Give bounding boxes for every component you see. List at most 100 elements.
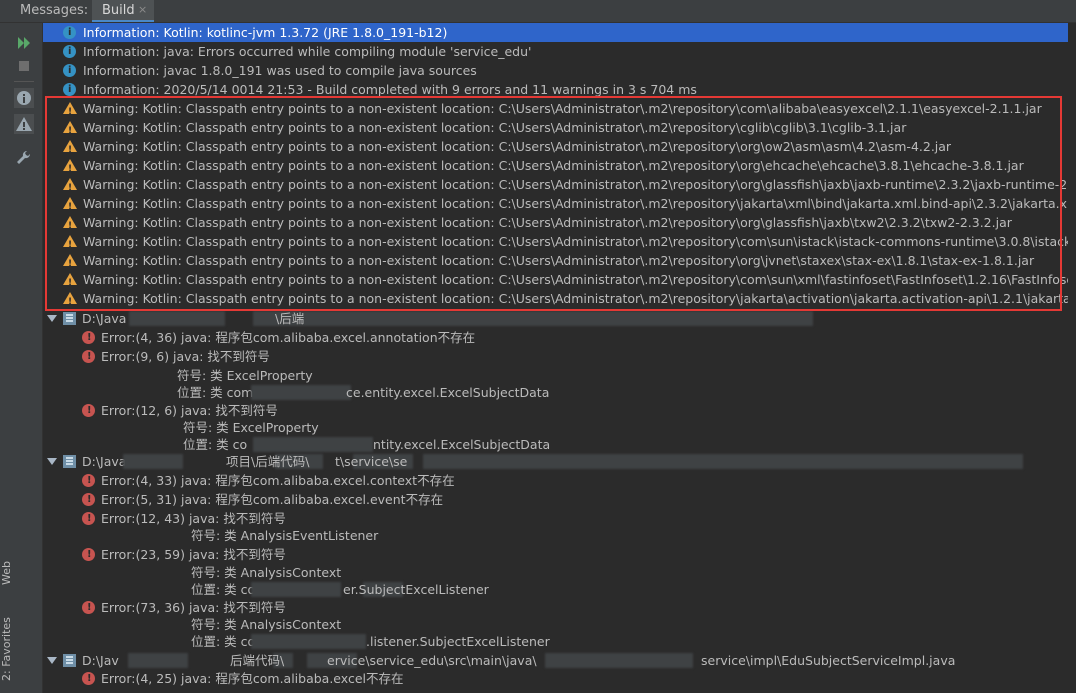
redacted-region [123, 454, 183, 469]
error-icon [82, 545, 95, 564]
message-row[interactable]: Warning: Kotlin: Classpath entry points … [43, 118, 1076, 141]
error-icon [82, 490, 95, 509]
message-text: Warning: Kotlin: Classpath entry points … [83, 215, 1012, 230]
message-row[interactable]: Warning: Kotlin: Classpath entry points … [43, 289, 1076, 312]
file-node[interactable]: D:\Java 项目\后端代码\ t\service\se [43, 452, 1076, 471]
warning-icon [63, 178, 77, 198]
message-text: Information: javac 1.8.0_191 was used to… [83, 63, 477, 78]
message-text: Warning: Kotlin: Classpath entry points … [83, 253, 1035, 268]
message-row[interactable]: Information: javac 1.8.0_191 was used to… [43, 61, 1076, 80]
message-text: D:\Java [82, 311, 127, 326]
message-row[interactable]: Error:(23, 59) java: 找不到符号 [43, 545, 1076, 564]
message-text-tail: service\impl\EduSubjectServiceImpl.java [701, 653, 956, 668]
message-row[interactable]: Warning: Kotlin: Classpath entry points … [43, 194, 1076, 217]
message-row[interactable]: Warning: Kotlin: Classpath entry points … [43, 156, 1076, 179]
expand-triangle-icon[interactable] [47, 657, 57, 664]
java-file-icon [63, 312, 76, 325]
redacted-region [129, 311, 225, 326]
java-file-icon [63, 654, 76, 667]
message-text: Error:(4, 33) java: 程序包com.alibaba.excel… [101, 473, 455, 488]
redacted-region [251, 582, 341, 597]
message-text: Warning: Kotlin: Classpath entry points … [83, 139, 952, 154]
message-row[interactable]: Warning: Kotlin: Classpath entry points … [43, 270, 1076, 293]
favorites-tool-tab[interactable]: 2: Favorites [0, 617, 13, 681]
message-row[interactable]: Error:(4, 33) java: 程序包com.alibaba.excel… [43, 471, 1076, 490]
message-text: Error:(5, 31) java: 程序包com.alibaba.excel… [101, 492, 444, 507]
message-row[interactable]: Warning: Kotlin: Classpath entry points … [43, 99, 1076, 122]
tab-build[interactable]: Build × [92, 0, 154, 22]
tab-build-label: Build [102, 3, 135, 18]
message-row[interactable]: Information: 2020/5/14 0014 21:53 - Buil… [43, 80, 1076, 99]
info-icon [63, 23, 76, 42]
warning-icon [63, 140, 77, 160]
redacted-region [251, 385, 351, 400]
tool-window-header: Messages: Build × [0, 0, 1076, 23]
message-text-tail: er.SubjectExcelListener [343, 582, 489, 597]
rerun-icon[interactable] [14, 33, 34, 53]
info-icon [63, 42, 76, 61]
message-text: Warning: Kotlin: Classpath entry points … [83, 196, 1076, 211]
error-icon [82, 598, 95, 617]
message-row[interactable]: Error:(9, 6) java: 找不到符号 [43, 347, 1076, 366]
vertical-scrollbar[interactable] [1068, 23, 1076, 693]
redacted-region [545, 653, 693, 668]
wrench-icon[interactable] [14, 148, 34, 168]
stop-icon[interactable] [14, 56, 34, 76]
messages-label: Messages: [20, 3, 89, 18]
info-icon [63, 80, 76, 99]
web-tool-tab[interactable]: Web [0, 561, 13, 585]
message-text: Warning: Kotlin: Classpath entry points … [83, 158, 1024, 173]
file-node[interactable]: D:\Jav 后端代码\ ervice\service_edu\src\main\j… [43, 651, 1076, 670]
message-text: Information: 2020/5/14 0014 21:53 - Buil… [83, 82, 697, 97]
message-text: Warning: Kotlin: Classpath entry points … [83, 291, 1076, 306]
message-text: Error:(4, 36) java: 程序包com.alibaba.excel… [101, 330, 476, 345]
message-row[interactable]: Error:(4, 25) java: 程序包com.alibaba.excel… [43, 669, 1076, 688]
file-node[interactable]: D:\Java \后端 [43, 309, 1076, 328]
messages-tree[interactable]: Information: Kotlin: kotlinc-jvm 1.3.72 … [43, 23, 1076, 693]
message-row[interactable]: Warning: Kotlin: Classpath entry points … [43, 175, 1076, 198]
message-text: Error:(4, 25) java: 程序包com.alibaba.excel… [101, 671, 404, 686]
message-text: 符号: 类 AnalysisEventListener [191, 528, 379, 543]
message-text: Warning: Kotlin: Classpath entry points … [83, 177, 1076, 192]
detail-row[interactable]: 位置: 类 com ce.entity.excel.ExcelSubjectDat… [43, 383, 1076, 402]
message-text: Error:(9, 6) java: 找不到符号 [101, 349, 270, 364]
message-text-tail: \后端 [275, 311, 305, 326]
message-row[interactable]: Warning: Kotlin: Classpath entry points … [43, 137, 1076, 160]
redacted-region [423, 454, 1023, 469]
message-text: 位置: 类 com [177, 385, 254, 400]
detail-row[interactable]: 符号: 类 AnalysisEventListener [43, 526, 1076, 545]
message-text-tail: .listener.SubjectExcelListener [366, 634, 550, 649]
tab-close-icon[interactable]: × [138, 3, 147, 16]
detail-row[interactable]: 位置: 类 com er.SubjectExcelListener [43, 580, 1076, 599]
warning-icon [63, 121, 77, 141]
error-icon [82, 669, 95, 688]
expand-triangle-icon[interactable] [47, 458, 57, 465]
message-text: D:\Jav [82, 653, 119, 668]
detail-row[interactable]: 位置: 类 com .listener.SubjectExcelListener [43, 632, 1076, 651]
message-row[interactable]: Information: java: Errors occurred while… [43, 42, 1076, 61]
message-text: Information: java: Errors occurred while… [83, 44, 532, 59]
expand-triangle-icon[interactable] [47, 315, 57, 322]
message-text-tail: 后端代码\ [230, 653, 285, 668]
message-text-tail: 项目\后端代码\ [226, 454, 310, 469]
message-text: Error:(23, 59) java: 找不到符号 [101, 547, 286, 562]
message-row[interactable]: Warning: Kotlin: Classpath entry points … [43, 213, 1076, 236]
message-text: Information: Kotlin: kotlinc-jvm 1.3.72 … [83, 25, 448, 40]
error-icon [82, 347, 95, 366]
message-row[interactable]: Information: Kotlin: kotlinc-jvm 1.3.72 … [43, 23, 1076, 42]
warning-icon [63, 197, 77, 217]
message-text: Warning: Kotlin: Classpath entry points … [83, 234, 1076, 249]
message-text: D:\Java [82, 454, 127, 469]
warning-icon [63, 273, 77, 293]
message-row[interactable]: Error:(4, 36) java: 程序包com.alibaba.excel… [43, 328, 1076, 347]
message-row[interactable]: Warning: Kotlin: Classpath entry points … [43, 251, 1076, 274]
message-row[interactable]: Error:(5, 31) java: 程序包com.alibaba.excel… [43, 490, 1076, 509]
toolbar-divider [14, 81, 34, 82]
message-row[interactable]: Warning: Kotlin: Classpath entry points … [43, 232, 1076, 255]
info-filter-icon[interactable] [14, 88, 34, 108]
info-icon [63, 61, 76, 80]
warning-filter-icon[interactable] [14, 114, 34, 134]
message-text: Warning: Kotlin: Classpath entry points … [83, 101, 1042, 116]
error-icon [82, 401, 95, 420]
message-text-tail: ce.entity.excel.ExcelSubjectData [346, 385, 550, 400]
